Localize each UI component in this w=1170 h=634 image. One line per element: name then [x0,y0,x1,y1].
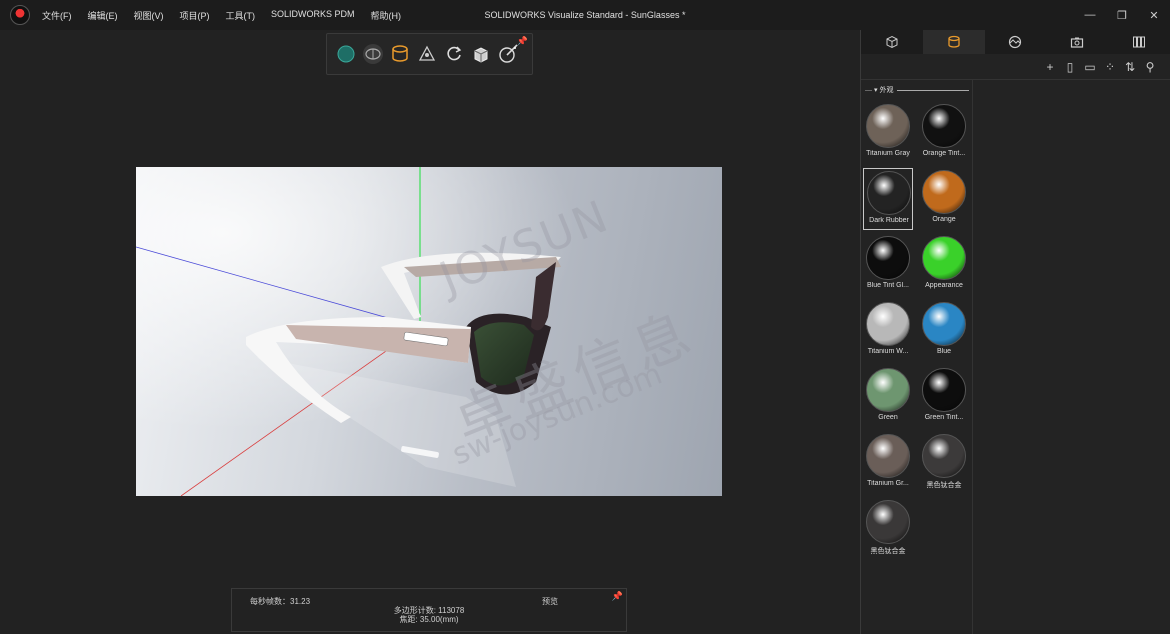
material-label: Orange [932,216,956,223]
title-bar: 文件(F) 编辑(E) 视图(V) 项目(P) 工具(T) SOLIDWORKS… [0,0,1170,30]
sphere-icon[interactable] [333,41,359,67]
material-swatch [866,434,910,478]
material-thumbnail[interactable]: Titanium Gr... [863,432,913,494]
restore-button[interactable]: ❐ [1106,0,1138,30]
chevron-down-icon: ▾ [874,87,878,94]
menu-help[interactable]: 帮助(H) [371,9,402,22]
material-thumbnail[interactable]: Green Tint... [919,366,969,428]
material-label: Appearance [925,282,963,289]
pin-icon[interactable]: 📌 [612,591,623,602]
material-label: Dark Rubber [869,217,909,224]
tab-models[interactable] [861,30,923,54]
brain-icon[interactable] [360,41,386,67]
close-button[interactable]: ✕ [1138,0,1170,30]
material-swatch [922,368,966,412]
material-label: 黑色钛合金 [926,482,962,489]
material-label: Green Tint... [924,414,964,421]
sunglasses-render [136,167,722,496]
material-swatch [866,104,910,148]
material-swatch [922,434,966,478]
material-thumbnail[interactable]: Blue Tint Gl... [863,234,913,296]
appearance-cylinder-icon [948,35,960,48]
triad-icon[interactable] [414,41,440,67]
window-icon[interactable]: ▭ [1080,60,1100,74]
material-label: Green [878,414,898,421]
menu-view[interactable]: 视图(V) [134,9,164,22]
material-thumbnail[interactable]: Blue [919,300,969,362]
material-label: Blue [936,348,951,355]
material-swatch [922,302,966,346]
minimize-button[interactable]: — [1074,0,1106,30]
material-swatch [866,236,910,280]
cube-icon [886,35,898,49]
menu-edit[interactable]: 编辑(E) [88,9,118,22]
camera-icon [1071,37,1084,48]
appearance-library: — ▾ 外观 Titanium Gray Orange Tint... Dark R… [861,80,973,634]
material-label: Blue Tint Gl... [866,282,910,289]
palette-panel: + ▯ ▭ ⁘ ⇅ ⚲ — ▾ 外观 Titanium Gray Orange T… [860,30,1170,634]
tab-libraries[interactable] [1108,30,1170,54]
pin-icon[interactable]: 📌 [517,36,528,47]
material-thumbnail[interactable]: Appearance [919,234,969,296]
material-swatch [867,171,911,215]
grid-view-icon[interactable]: ⁘ [1100,60,1120,74]
rotate-icon[interactable] [441,41,467,67]
environment-icon [1009,35,1022,49]
cube-tool-icon[interactable] [468,41,494,67]
menu-project[interactable]: 项目(P) [180,9,210,22]
window-controls: — ❐ ✕ [1074,0,1170,30]
material-swatch [866,368,910,412]
material-label: Orange Tint... [922,150,966,157]
file-icon[interactable]: ▯ [1060,60,1080,74]
palette-toolbar: + ▯ ▭ ⁘ ⇅ ⚲ [861,54,1170,80]
material-label: 黑色钛合金 [870,548,906,555]
render-view[interactable]: JOYSUN 卓盛信息 sw-joysun.com [136,167,722,496]
sort-icon[interactable]: ⇅ [1120,60,1140,74]
menu-bar: 文件(F) 编辑(E) 视图(V) 项目(P) 工具(T) SOLIDWORKS… [42,9,417,22]
search-icon[interactable]: ⚲ [1140,60,1160,74]
material-thumbnail[interactable]: Titanium W... [863,300,913,362]
menu-file[interactable]: 文件(F) [42,9,72,22]
material-swatch [922,236,966,280]
material-swatch [922,170,966,214]
section-header[interactable]: — ▾ 外观 [865,85,969,95]
material-swatch [866,302,910,346]
material-thumbnail[interactable]: 黑色钛合金 [919,432,969,494]
add-icon[interactable]: + [1040,60,1060,74]
material-label: Titanium Gr... [867,480,909,487]
menu-tools[interactable]: 工具(T) [226,9,256,22]
palette-tabs [861,30,1170,54]
material-label: Titanium Gray [866,150,910,157]
material-swatch [866,500,910,544]
status-overlay: 每秒帧数：31.23 预览 多边形计数: 113078 焦距: 35.00(mm… [231,588,627,632]
material-thumbnail[interactable]: Orange Tint... [919,102,969,164]
floating-toolbar: 📌 [326,33,533,75]
tab-scenes[interactable] [985,30,1047,54]
focal-length: 焦距: 35.00(mm) [399,615,459,624]
menu-pdm[interactable]: SOLIDWORKS PDM [271,9,355,22]
material-thumbnail[interactable]: Orange [919,168,969,230]
material-swatch [922,104,966,148]
tab-appearances[interactable] [922,30,985,54]
material-thumbnail[interactable]: Dark Rubber [863,168,913,230]
material-thumbnail[interactable]: Titanium Gray [863,102,913,164]
tab-cameras[interactable] [1046,30,1108,54]
appearance-cylinder-icon[interactable] [387,41,413,67]
app-logo-icon[interactable] [10,5,30,25]
material-thumbnail[interactable]: Green [863,366,913,428]
section-title: 外观 [879,87,894,94]
library-icon [1133,36,1146,48]
material-label: Titanium W... [867,348,909,355]
material-thumbnail[interactable]: 黑色钛合金 [863,498,913,560]
